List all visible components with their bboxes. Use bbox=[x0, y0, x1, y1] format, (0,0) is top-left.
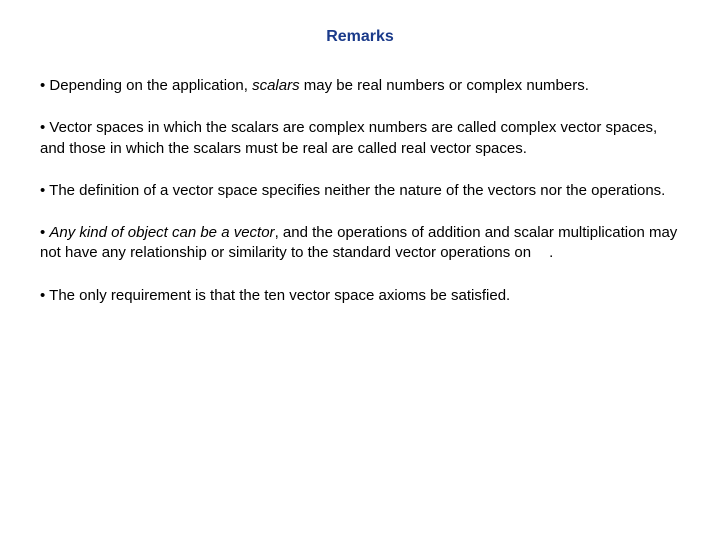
bullet-text: Depending on the application, bbox=[49, 77, 252, 94]
bullet-item: Vector spaces in which the scalars are c… bbox=[40, 118, 680, 159]
bullet-text: The only requirement is that the ten vec… bbox=[49, 287, 510, 304]
bullet-item: The only requirement is that the ten vec… bbox=[40, 286, 680, 306]
page-title: Remarks bbox=[40, 28, 680, 46]
bullet-item: Depending on the application, scalars ma… bbox=[40, 76, 680, 96]
bullet-text: may be real numbers or complex numbers. bbox=[300, 77, 589, 94]
bullet-text: . bbox=[549, 244, 553, 261]
bullet-emphasis: scalars bbox=[252, 77, 300, 94]
bullet-item: The definition of a vector space specifi… bbox=[40, 181, 680, 201]
bullet-list: Depending on the application, scalars ma… bbox=[40, 76, 680, 306]
bullet-text: Vector spaces in which the scalars are c… bbox=[40, 119, 657, 156]
bullet-emphasis: Any kind of object can be a vector bbox=[49, 224, 274, 241]
bullet-text: The definition of a vector space specifi… bbox=[49, 182, 665, 199]
bullet-item: Any kind of object can be a vector, and … bbox=[40, 223, 680, 264]
